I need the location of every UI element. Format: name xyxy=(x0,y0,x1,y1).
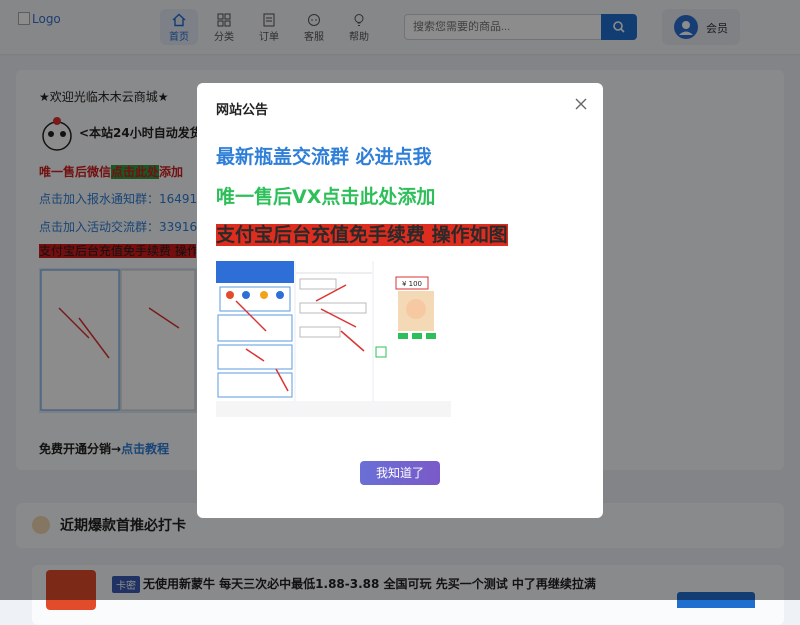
acknowledge-button[interactable]: 我知道了 xyxy=(360,461,440,485)
announcement-modal: 网站公告 最新瓶盖交流群 必进点我 唯一售后VX点击此处添加 支付宝后台充值免手… xyxy=(197,83,603,518)
amount-text: ¥ 100 xyxy=(402,280,422,288)
group-link-line[interactable]: 最新瓶盖交流群 必进点我 xyxy=(216,142,432,169)
tutorial-screenshot: ¥ 100 xyxy=(216,261,451,417)
alipay-note: 支付宝后台充值免手续费 操作如图 xyxy=(216,224,508,246)
vx-link-line[interactable]: 唯一售后VX点击此处添加 xyxy=(216,182,435,209)
modal-title: 网站公告 xyxy=(216,103,269,118)
close-icon[interactable] xyxy=(573,96,589,112)
